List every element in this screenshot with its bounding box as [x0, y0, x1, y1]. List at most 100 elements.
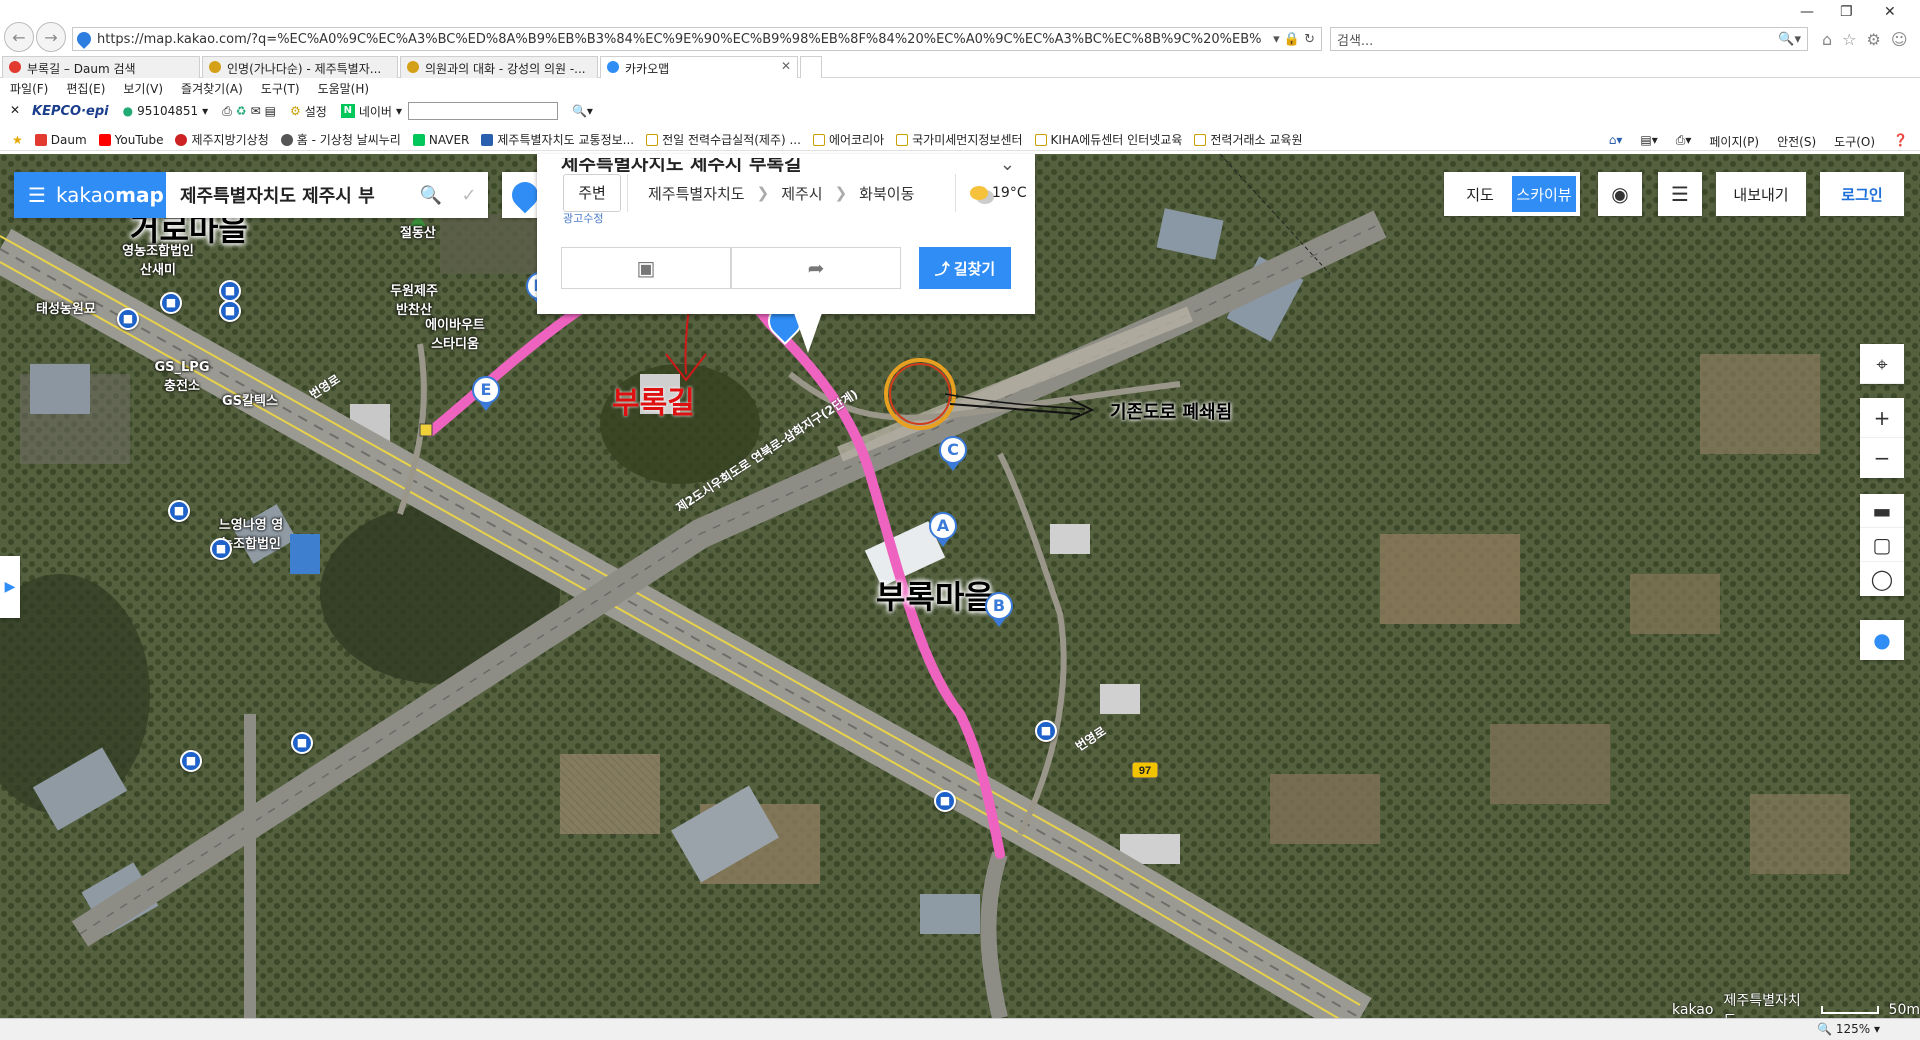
browser-search-field[interactable]: 검색... 🔍▾: [1330, 27, 1808, 51]
zoom-level[interactable]: 🔍 125% ▾: [1817, 1022, 1880, 1036]
gear-icon[interactable]: ⚙: [1867, 30, 1881, 49]
fav-add-icon[interactable]: ★: [12, 133, 23, 147]
bus-stop-icon[interactable]: ■: [934, 790, 956, 812]
help-icon[interactable]: ❓: [1893, 133, 1908, 150]
fav-jeju-traffic[interactable]: 제주특별자치도 교통정보...: [481, 131, 634, 148]
smiley-icon[interactable]: ☺: [1891, 30, 1908, 49]
fav-youtube[interactable]: YouTube: [98, 133, 163, 147]
map-type-map[interactable]: 지도: [1448, 176, 1512, 212]
menu-file[interactable]: 파일(F): [10, 80, 48, 97]
star-icon[interactable]: ☆: [1842, 30, 1856, 49]
bus-stop-icon[interactable]: ■: [168, 500, 190, 522]
menu-edit[interactable]: 편집(E): [66, 80, 105, 97]
area-icon[interactable]: ▢: [1860, 528, 1904, 562]
fav-kma-weather[interactable]: 홈 - 기상청 날씨누리: [280, 131, 401, 148]
fav-naver[interactable]: NAVER: [412, 133, 469, 147]
bookmark-button[interactable]: ▣: [561, 247, 731, 289]
bus-stop-icon[interactable]: ■: [1035, 720, 1057, 742]
print-icon[interactable]: ⎙: [222, 104, 232, 119]
fav-kiha[interactable]: KIHA에듀센터 인터넷교육: [1034, 131, 1182, 148]
kepco-logo[interactable]: KEPCO·epi: [32, 104, 109, 119]
popup-ad-link[interactable]: 광고수정: [563, 210, 603, 226]
hamburger-menu-icon[interactable]: ☰: [28, 183, 46, 207]
login-button[interactable]: 로그인: [1820, 172, 1904, 216]
tab-kakaomap[interactable]: 카카오맵 ✕: [600, 56, 798, 78]
phone-counter[interactable]: ● 95104851 ▾: [123, 104, 209, 118]
sidebar-toggle[interactable]: ▶: [0, 556, 20, 618]
forward-button[interactable]: →: [36, 22, 66, 52]
fav-kpx-edu[interactable]: 전력거래소 교육원: [1194, 131, 1303, 148]
layers-button[interactable]: ☰: [1658, 172, 1702, 216]
doc-icon[interactable]: ▤: [265, 104, 276, 118]
search-icon[interactable]: 🔍▾: [1778, 32, 1801, 47]
menu-tools[interactable]: 도구(T): [261, 80, 300, 97]
directions-button[interactable]: ⤴ 길찾기: [919, 247, 1011, 289]
breadcrumb-province[interactable]: 제주특별자치도: [648, 183, 745, 204]
close-icon[interactable]: ✕: [1884, 4, 1896, 20]
tab-directory[interactable]: 인명(가나다순) - 제주특별자...: [202, 56, 398, 78]
fav-power-supply[interactable]: 전일 전력수급실적(제주) ...: [646, 131, 801, 148]
bus-stop-icon[interactable]: ■: [160, 292, 182, 314]
minimize-icon[interactable]: —: [1800, 4, 1814, 20]
marker-a[interactable]: A: [929, 512, 957, 547]
fav-airkorea[interactable]: 에어코리아: [812, 131, 884, 148]
print-icon[interactable]: ⎙▾: [1676, 133, 1692, 150]
toolbar-close-icon[interactable]: ✕: [10, 103, 20, 117]
map-type-skyview[interactable]: 스카이뷰: [1512, 176, 1576, 212]
recycle-icon[interactable]: ♻: [236, 104, 247, 118]
fav-daum[interactable]: Daum: [34, 133, 87, 147]
add-marker-icon[interactable]: ●: [1860, 620, 1904, 660]
menu-help[interactable]: 도움말(H): [318, 80, 370, 97]
ruler-icon[interactable]: ▬: [1860, 494, 1904, 528]
fav-kma-jeju[interactable]: 제주지방기상청: [175, 131, 269, 148]
home-icon[interactable]: ⌂▾: [1609, 133, 1623, 150]
bus-stop-icon[interactable]: ■: [291, 732, 313, 754]
popup-close-icon[interactable]: ⌄: [1000, 154, 1015, 175]
kakaomap-logo[interactable]: ☰ kakaomap: [14, 172, 166, 218]
zoom-out-icon[interactable]: −: [1860, 438, 1904, 478]
naver-search-select[interactable]: N 네이버 ▾: [340, 103, 402, 120]
tab-close-icon[interactable]: ✕: [781, 59, 791, 73]
url-field[interactable]: https://map.kakao.com/?q=%EC%A0%9C%EC%A3…: [72, 27, 1322, 51]
share-button[interactable]: ➦: [731, 247, 901, 289]
menu-view[interactable]: 보기(V): [123, 80, 163, 97]
clear-check-icon[interactable]: ✓: [450, 185, 488, 206]
menu-favorites[interactable]: 즐겨찾기(A): [181, 80, 243, 97]
new-tab-button[interactable]: [800, 56, 822, 78]
mail-icon[interactable]: ✉: [251, 104, 261, 118]
back-button[interactable]: ←: [4, 22, 34, 52]
address-tools-icon[interactable]: ▾ 🔒 ↻: [1261, 32, 1321, 47]
tools-menu[interactable]: 도구(O): [1834, 133, 1875, 150]
page-menu[interactable]: 페이지(P): [1709, 133, 1759, 150]
marker-e[interactable]: E: [472, 376, 500, 411]
rss-icon[interactable]: ▤▾: [1640, 133, 1657, 150]
safety-menu[interactable]: 안전(S): [1777, 133, 1816, 150]
my-location-icon[interactable]: ⌖: [1860, 344, 1904, 384]
attribution-brand: kakao: [1672, 1002, 1714, 1018]
radius-icon[interactable]: ◯: [1860, 562, 1904, 596]
marker-b[interactable]: B: [985, 592, 1013, 627]
naver-search-input[interactable]: [407, 102, 558, 120]
nearby-button[interactable]: 주변: [563, 174, 621, 212]
search-icon[interactable]: 🔍: [412, 185, 450, 206]
bus-stop-icon[interactable]: ■: [117, 308, 139, 330]
kakaomap-search-input[interactable]: 제주특별자치도 제주시 부: [166, 182, 412, 208]
bus-stop-icon[interactable]: ■: [219, 280, 241, 302]
fav-fine-dust[interactable]: 국가미세먼지정보센터: [896, 131, 1023, 148]
breadcrumb-city[interactable]: 제주시: [781, 183, 822, 204]
bus-stop-icon[interactable]: ■: [219, 300, 241, 322]
naver-search-button[interactable]: 🔍▾: [572, 104, 593, 118]
tab-council[interactable]: 의원과의 대화 - 강성의 의원 -...: [400, 56, 598, 78]
weather-widget[interactable]: 19°C: [955, 174, 1027, 212]
roadview-button[interactable]: ◉: [1598, 172, 1642, 216]
bus-stop-icon[interactable]: ■: [180, 750, 202, 772]
marker-c[interactable]: C: [939, 436, 967, 471]
home-icon[interactable]: ⌂: [1822, 30, 1832, 49]
breadcrumb-dong[interactable]: 화북이동: [859, 183, 914, 204]
bus-stop-icon[interactable]: ■: [210, 538, 232, 560]
zoom-in-icon[interactable]: +: [1860, 398, 1904, 438]
restore-icon[interactable]: ❐: [1840, 4, 1853, 20]
export-button[interactable]: 내보내기: [1716, 172, 1806, 216]
settings-button[interactable]: ⚙ 설정: [290, 103, 327, 120]
tab-daum[interactable]: 부록길 – Daum 검색: [2, 56, 200, 78]
